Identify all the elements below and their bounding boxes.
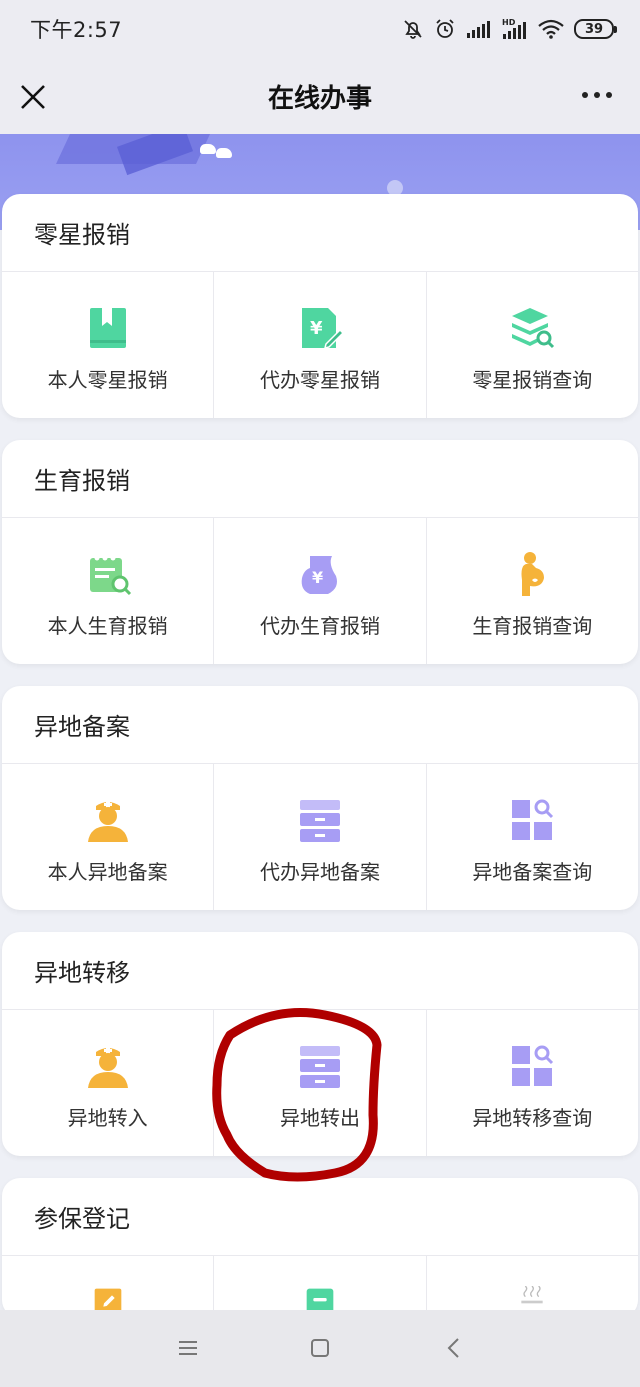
back-icon[interactable] — [442, 1336, 466, 1360]
nurse-avatar-icon — [87, 1047, 128, 1088]
banner-decoration — [216, 148, 232, 158]
service-label: 本人异地备案 — [47, 860, 168, 884]
signal-icon — [467, 21, 490, 38]
menu-icon[interactable] — [176, 1336, 200, 1360]
service-label: 异地转入 — [67, 1106, 148, 1130]
service-label: 异地转出 — [279, 1106, 360, 1130]
service-item[interactable]: 本人零星报销 — [2, 272, 215, 418]
service-item[interactable] — [2, 1256, 215, 1318]
service-item[interactable]: 生育报销查询 — [427, 518, 638, 664]
service-item[interactable]: 异地转出 — [214, 1010, 427, 1156]
banner-decoration — [200, 144, 216, 154]
section-card: 参保登记 — [2, 1178, 638, 1318]
mute-bell-icon — [404, 20, 422, 39]
service-grid: 本人异地备案 代办异地备案 异地备案查询 — [2, 764, 638, 910]
service-item[interactable]: 异地转入 — [2, 1010, 215, 1156]
svg-text:¥: ¥ — [310, 318, 323, 339]
service-grid: 本人零星报销 ¥ 代办零星报销 零星报销查询 — [2, 272, 638, 418]
service-label: 异地转移查询 — [472, 1106, 593, 1130]
status-time: 下午2:57 — [30, 18, 123, 42]
close-icon[interactable] — [18, 82, 48, 112]
nav-bar: 在线办事 — [0, 58, 640, 134]
pregnant-woman-icon — [521, 552, 545, 596]
service-item[interactable]: 代办异地备案 — [214, 764, 427, 910]
service-grid — [2, 1256, 638, 1318]
service-label: 零星报销查询 — [472, 368, 593, 392]
section-card: 生育报销 本人生育报销 ¥ 代办生育报销 生育报销查询 — [2, 440, 638, 664]
section-card: 异地转移 异地转入 异地转出 异地转移查询 — [2, 932, 638, 1156]
svg-text:¥: ¥ — [312, 568, 323, 587]
section-title: 零星报销 — [2, 194, 638, 272]
grid-search-icon — [512, 799, 554, 840]
service-item[interactable]: ¥ 代办零星报销 — [214, 272, 427, 418]
wifi-icon — [538, 19, 564, 39]
section-title: 生育报销 — [2, 440, 638, 518]
home-icon[interactable] — [308, 1336, 332, 1360]
section-title: 参保登记 — [2, 1178, 638, 1256]
battery-level: 39 — [584, 21, 604, 37]
alarm-icon — [436, 19, 454, 38]
service-grid: 本人生育报销 ¥ 代办生育报销 生育报销查询 — [2, 518, 638, 664]
layers-search-icon — [512, 308, 555, 349]
service-label: 本人零星报销 — [47, 368, 168, 392]
service-item[interactable]: 本人异地备案 — [2, 764, 215, 910]
section-card: 零星报销 本人零星报销 ¥ 代办零星报销 零星报销查询 — [2, 194, 638, 418]
bookmark-book-icon — [89, 308, 126, 348]
status-icons: HD 39 — [402, 18, 617, 40]
service-label: 本人生育报销 — [47, 614, 168, 638]
status-bar: 下午2:57 HD 39 — [0, 0, 640, 58]
page-title: 在线办事 — [267, 83, 372, 114]
service-item[interactable]: 异地转移查询 — [427, 1010, 638, 1156]
section-title: 异地转移 — [2, 932, 638, 1010]
service-grid: 异地转入 异地转出 异地转移查询 — [2, 1010, 638, 1156]
yuan-document-edit-icon: ¥ — [301, 308, 344, 350]
cabinet-drawers-icon — [299, 800, 340, 842]
calendar-search-icon — [89, 555, 131, 596]
service-item[interactable]: 本人生育报销 — [2, 518, 215, 664]
yuan-pregnant-belly-icon: ¥ — [301, 556, 337, 594]
section-card: 异地备案 本人异地备案 代办异地备案 异地备案查询 — [2, 686, 638, 910]
service-label: 代办零星报销 — [259, 368, 380, 392]
service-item[interactable]: ¥ 代办生育报销 — [214, 518, 427, 664]
cabinet-drawers-icon — [299, 1046, 340, 1088]
nurse-avatar-icon — [87, 801, 128, 842]
service-item[interactable] — [214, 1256, 427, 1318]
battery-indicator: 39 — [574, 19, 617, 39]
service-item[interactable]: 异地备案查询 — [427, 764, 638, 910]
system-nav-bar — [0, 1310, 640, 1387]
service-item[interactable]: 零星报销查询 — [427, 272, 638, 418]
service-item[interactable] — [427, 1256, 638, 1318]
more-options-icon[interactable] — [582, 92, 612, 98]
signal-hd-icon: HD — [502, 18, 526, 39]
service-label: 异地备案查询 — [472, 860, 593, 884]
service-label: 代办生育报销 — [259, 614, 380, 638]
section-title: 异地备案 — [2, 686, 638, 764]
service-label: 生育报销查询 — [472, 614, 593, 638]
svg-text:HD: HD — [502, 18, 516, 27]
service-label: 代办异地备案 — [259, 860, 380, 884]
grid-search-icon — [512, 1045, 554, 1086]
